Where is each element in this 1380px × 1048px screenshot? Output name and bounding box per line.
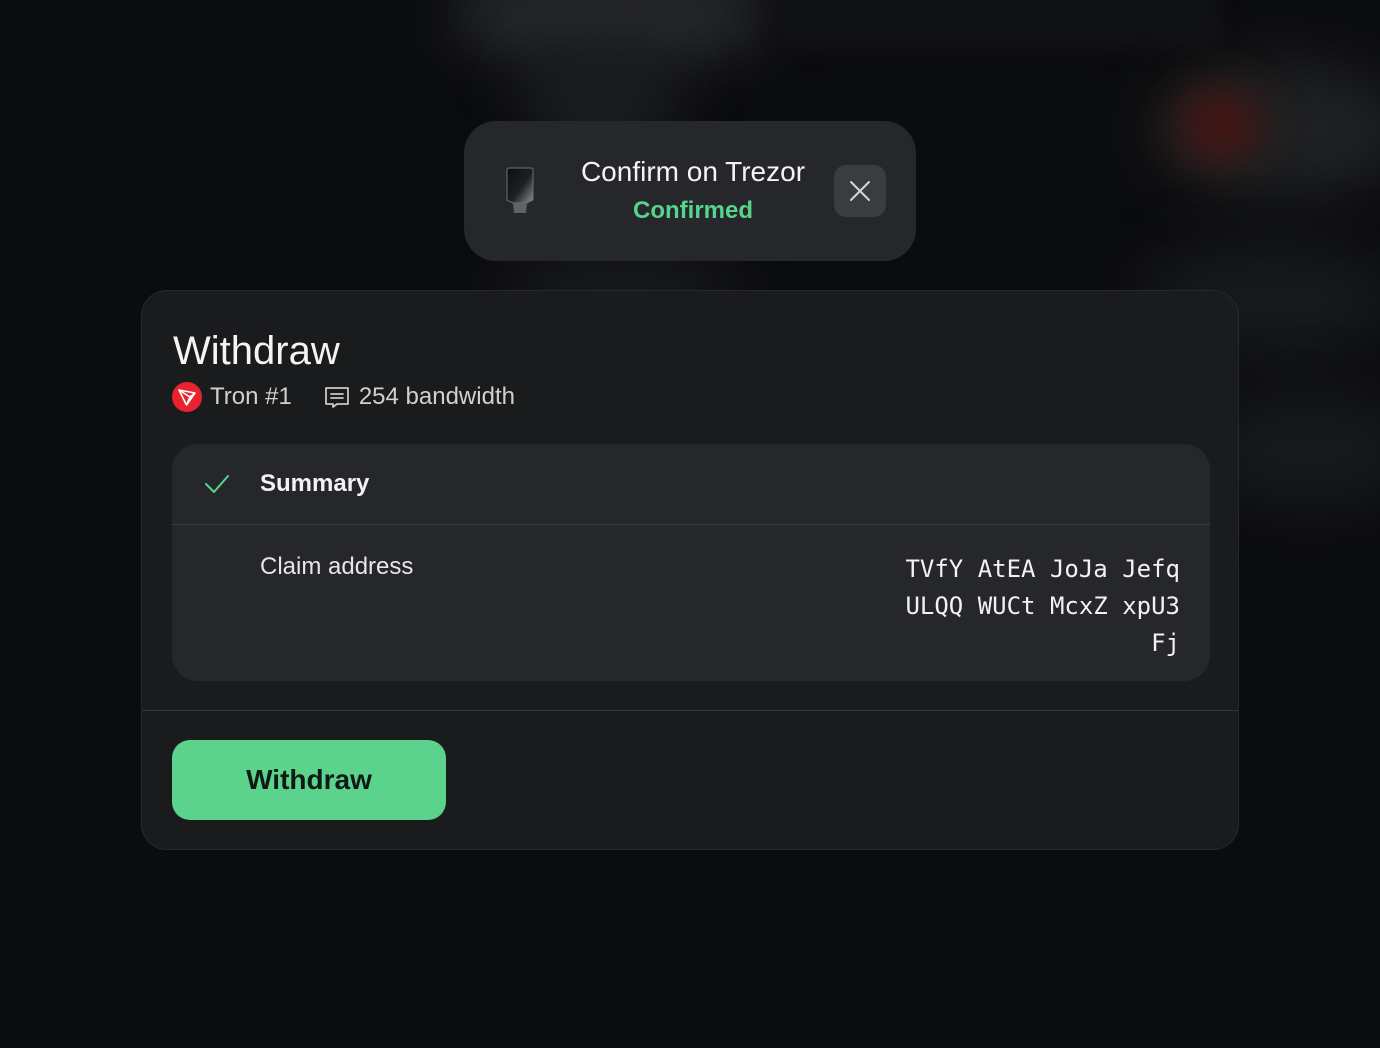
card-divider (142, 710, 1238, 711)
bandwidth-value: 254 bandwidth (358, 383, 515, 410)
summary-header[interactable]: Summary (172, 444, 1210, 525)
backdrop-blob (1150, 60, 1380, 200)
claim-address-label: Claim address (260, 553, 414, 580)
backdrop-blob (1180, 90, 1260, 160)
address-line: TVfY AtEA JoJa Jefq (905, 555, 1180, 583)
account-name: Tron #1 (210, 383, 292, 410)
address-line: Fj (1151, 629, 1180, 657)
app-stage: Confirm on Trezor Confirmed Withdraw Tro… (0, 0, 1380, 1048)
backdrop-blob (450, 0, 770, 70)
confirm-on-device-toast: Confirm on Trezor Confirmed (464, 121, 916, 261)
summary-label: Summary (260, 470, 370, 497)
account-meta: Tron #1 254 bandwidth (172, 381, 515, 413)
withdraw-button[interactable]: Withdraw (172, 740, 446, 820)
card-title: Withdraw (173, 329, 340, 373)
toast-text: Confirm on Trezor Confirmed (574, 154, 812, 228)
backdrop-blob (780, 0, 1220, 50)
close-icon (850, 181, 870, 201)
address-line: ULQQ WUCt McxZ xpU3 (905, 592, 1180, 620)
toast-title: Confirm on Trezor (580, 156, 806, 187)
tron-icon (172, 382, 202, 412)
check-icon (205, 475, 229, 493)
toast-status: Confirmed (633, 197, 753, 224)
toast-close-button[interactable] (834, 165, 886, 217)
summary-panel: Summary Claim address TVfY AtEA JoJa Jef… (172, 444, 1210, 681)
trezor-device-icon (506, 167, 534, 213)
claim-address-row: Claim address TVfY AtEA JoJa Jefq ULQQ W… (172, 525, 1210, 662)
withdraw-card: Withdraw Tron #1 254 bandwidth Summary C… (141, 290, 1239, 850)
receipt-icon (324, 387, 349, 408)
claim-address-value: TVfY AtEA JoJa Jefq ULQQ WUCt McxZ xpU3 … (905, 551, 1180, 662)
